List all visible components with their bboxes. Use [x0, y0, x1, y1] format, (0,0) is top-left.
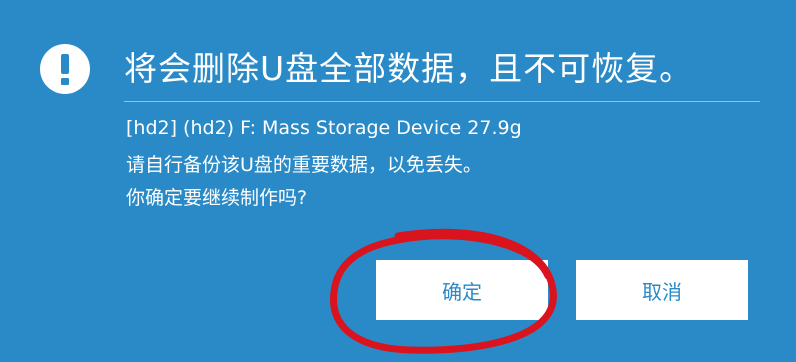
- exclamation-bar: [61, 54, 69, 74]
- confirm-question-text: 你确定要继续制作吗?: [126, 187, 308, 209]
- exclamation-dot: [61, 78, 69, 85]
- device-info-text: [hd2] (hd2) F: Mass Storage Device 27.9g: [126, 117, 522, 139]
- backup-warning-text: 请自行备份该U盘的重要数据，以免丢失。: [126, 154, 482, 176]
- confirm-button[interactable]: 确定: [376, 260, 548, 320]
- dialog-title: 将会删除U盘全部数据，且不可恢复。: [124, 49, 694, 88]
- confirm-dialog: 将会删除U盘全部数据，且不可恢复。 [hd2] (hd2) F: Mass St…: [0, 0, 796, 362]
- cancel-button[interactable]: 取消: [576, 260, 748, 320]
- exclamation-icon: [40, 44, 90, 94]
- divider: [124, 101, 760, 102]
